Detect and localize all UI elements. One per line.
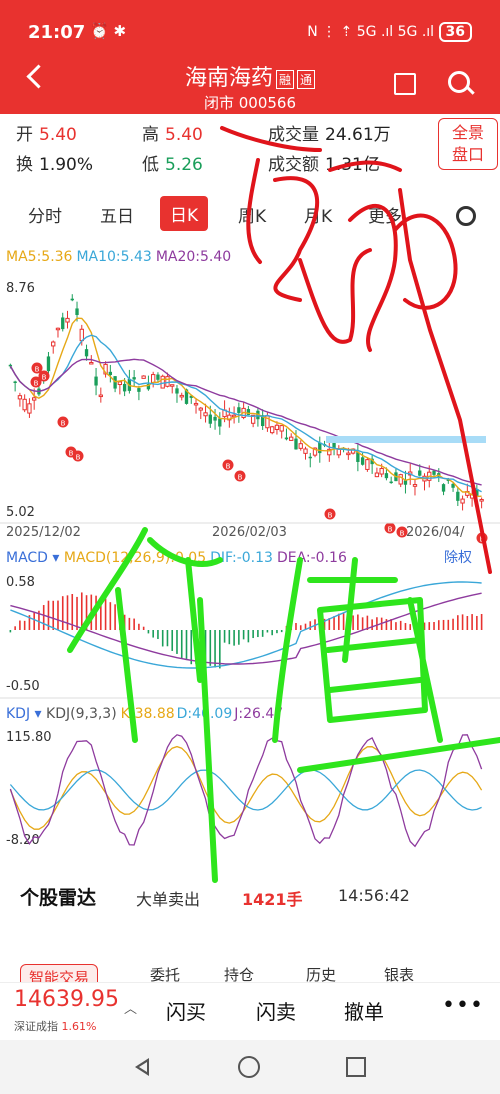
green-scribble-stroke xyxy=(67,527,500,883)
handwriting-overlay xyxy=(67,126,500,883)
red-scribble-stroke xyxy=(220,126,492,574)
